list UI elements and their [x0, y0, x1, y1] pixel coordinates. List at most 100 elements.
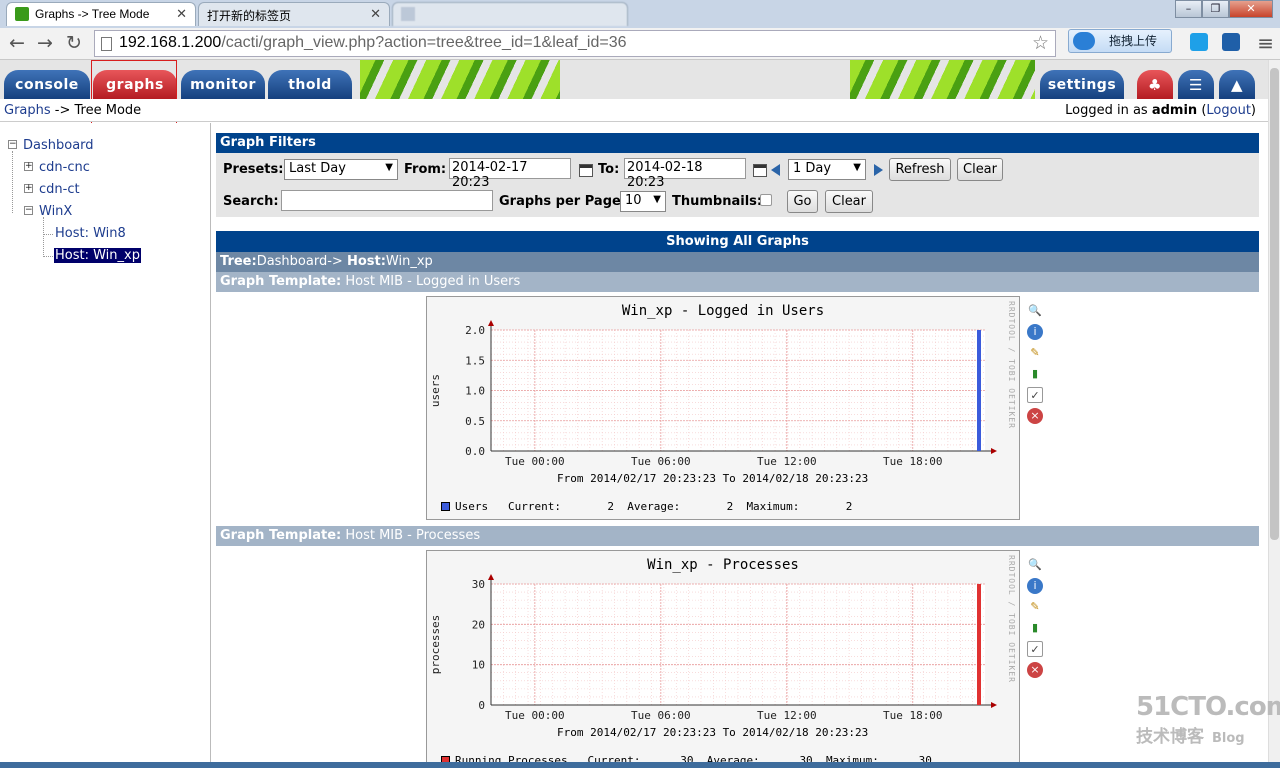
- minimize-icon[interactable]: –: [1175, 0, 1202, 18]
- upload-extension-button[interactable]: 拖拽上传: [1068, 29, 1172, 53]
- tab-tree-view[interactable]: ♣: [1137, 70, 1173, 99]
- browser-tab-blurred[interactable]: [392, 2, 628, 26]
- clear-search-button[interactable]: Clear: [825, 190, 873, 213]
- timespan-value: 1 Day: [793, 161, 832, 176]
- browser-menu-icon[interactable]: ≡: [1257, 31, 1274, 55]
- legend-maximum-label: Maximum:: [746, 500, 800, 513]
- collapse-icon[interactable]: −: [24, 206, 33, 215]
- graph-title: Win_xp - Processes: [647, 557, 799, 573]
- graph-logged-in-users[interactable]: 2.0 1.5 1.0 0.5 0.0 Tue 00:00 Tue 06:00 Tue 12:…: [426, 296, 1020, 520]
- data-bar: [977, 584, 981, 705]
- template-name: Host MIB - Processes: [341, 528, 481, 543]
- zoom-icon[interactable]: 🔍: [1027, 303, 1043, 319]
- y-tick-label: 1.0: [465, 385, 485, 398]
- tab-console[interactable]: console: [4, 70, 90, 99]
- calendar-icon[interactable]: [579, 164, 593, 177]
- graph-range: From 2014/02/17 20:23:23 To 2014/02/18 2…: [557, 726, 869, 739]
- tree-icon: ♣: [1148, 76, 1162, 94]
- page-favicon-icon: [401, 7, 415, 21]
- chart-icon[interactable]: ▮: [1027, 620, 1043, 636]
- refresh-button[interactable]: Refresh: [889, 158, 951, 181]
- search-input[interactable]: [281, 190, 493, 211]
- chart-icon[interactable]: ▮: [1027, 366, 1043, 382]
- y-tick-label: 30: [472, 578, 485, 591]
- browser-tab-graphs[interactable]: Graphs -> Tree Mode ✕: [6, 2, 196, 26]
- forward-icon[interactable]: →: [34, 32, 56, 54]
- timespan-select[interactable]: 1 Day ▼: [788, 159, 866, 180]
- cacti-header: console graphs monitor thold settings ♣ …: [0, 60, 1268, 99]
- legend-row: Users Current: 2 Average: 2 Maximum: 2: [455, 500, 852, 513]
- graphs-per-page-select[interactable]: 10 ▼: [620, 191, 666, 212]
- edit-icon[interactable]: ✎: [1027, 345, 1043, 361]
- info-icon[interactable]: i: [1027, 324, 1043, 340]
- browser-toolbar: ← → ↻ 192.168.1.200/cacti/graph_view.php…: [0, 28, 1280, 60]
- tab-list-view[interactable]: ☰: [1178, 70, 1214, 99]
- maximize-icon[interactable]: ❐: [1202, 0, 1229, 18]
- calendar-icon[interactable]: [753, 164, 767, 177]
- legend-average: 2: [726, 500, 734, 513]
- close-tab-icon[interactable]: ✕: [176, 6, 187, 22]
- thumbnails-checkbox[interactable]: [760, 194, 772, 206]
- delete-icon[interactable]: ×: [1027, 662, 1043, 678]
- y-tick-label: 0: [478, 699, 485, 712]
- template-label: Graph Template:: [220, 528, 342, 543]
- host-value: Win_xp: [385, 254, 433, 269]
- browser-tab-label: Graphs -> Tree Mode: [35, 7, 150, 21]
- shift-right-icon[interactable]: [874, 164, 883, 176]
- url-text: 192.168.1.200/cacti/graph_view.php?actio…: [119, 34, 627, 51]
- y-tick-label: 20: [472, 618, 485, 631]
- extension-icon[interactable]: [1190, 33, 1208, 51]
- rrdtool-credit: RRDTOOL / TOBI OETIKER: [1007, 555, 1016, 683]
- tree-value: Dashboard->: [256, 254, 347, 269]
- expand-icon[interactable]: +: [24, 162, 33, 171]
- scrollbar-thumb[interactable]: [1270, 68, 1279, 540]
- tab-settings[interactable]: settings: [1040, 70, 1124, 99]
- graph-template-row: Graph Template: Host MIB - Logged in Use…: [216, 272, 1259, 292]
- info-icon[interactable]: i: [1027, 578, 1043, 594]
- presets-value: Last Day: [289, 161, 346, 176]
- browser-tab-new[interactable]: 打开新的标签页 ✕: [198, 2, 390, 26]
- delete-icon[interactable]: ×: [1027, 408, 1043, 424]
- csv-export-icon[interactable]: ✓: [1027, 641, 1043, 657]
- tab-monitor[interactable]: monitor: [181, 70, 265, 99]
- tree-node-cdn-cnc[interactable]: cdn-cnc: [39, 160, 90, 175]
- tab-thold[interactable]: thold: [268, 70, 352, 99]
- edit-icon[interactable]: ✎: [1027, 599, 1043, 615]
- expand-icon[interactable]: +: [24, 184, 33, 193]
- bookmark-star-icon[interactable]: ☆: [1032, 32, 1049, 54]
- tab-graphs[interactable]: graphs: [93, 70, 177, 99]
- close-tab-icon[interactable]: ✕: [370, 6, 381, 22]
- tab-preview-view[interactable]: ▲: [1219, 70, 1255, 99]
- header-decoration: [850, 60, 1035, 99]
- presets-select[interactable]: Last Day ▼: [284, 159, 398, 180]
- logout-link[interactable]: Logout: [1206, 103, 1251, 118]
- login-prefix: Logged in as: [1065, 103, 1152, 118]
- tree-key: Tree:: [220, 254, 257, 269]
- page-scrollbar[interactable]: [1268, 60, 1280, 768]
- from-date-input[interactable]: 2014-02-17 20:23: [449, 158, 571, 190]
- tree-node-cdn-ct[interactable]: cdn-ct: [39, 182, 80, 197]
- csv-export-icon[interactable]: ✓: [1027, 387, 1043, 403]
- collapse-icon[interactable]: −: [8, 140, 17, 149]
- y-axis-label: users: [429, 374, 442, 407]
- breadcrumb-link-graphs[interactable]: Graphs: [4, 103, 51, 118]
- shift-left-icon[interactable]: [771, 164, 780, 176]
- template-label: Graph Template:: [220, 274, 342, 289]
- address-bar[interactable]: 192.168.1.200/cacti/graph_view.php?actio…: [94, 30, 1056, 57]
- tree-node-host-win-xp[interactable]: Host: Win_xp: [54, 248, 141, 263]
- reload-icon[interactable]: ↻: [63, 32, 85, 54]
- clear-button[interactable]: Clear: [957, 158, 1003, 181]
- tree-node-host-win8[interactable]: Host: Win8: [55, 226, 126, 241]
- extension-icon[interactable]: [1222, 33, 1240, 51]
- go-button[interactable]: Go: [787, 190, 818, 213]
- legend-name: Users: [455, 500, 489, 513]
- graph-processes[interactable]: 30 20 10 0 Tue 00:00 Tue 06:00 Tue 12:00 Tue 18…: [426, 550, 1020, 768]
- to-date-input[interactable]: 2014-02-18 20:23: [624, 158, 746, 190]
- graph-filters-title: Graph Filters: [216, 133, 1259, 153]
- browser-tab-label: 打开新的标签页: [207, 9, 292, 23]
- back-icon[interactable]: ←: [6, 32, 28, 54]
- window-close-icon[interactable]: ✕: [1229, 0, 1273, 18]
- zoom-icon[interactable]: 🔍: [1027, 557, 1043, 573]
- rrdtool-credit: RRDTOOL / TOBI OETIKER: [1007, 301, 1016, 429]
- tree-node-dashboard[interactable]: Dashboard: [23, 138, 94, 153]
